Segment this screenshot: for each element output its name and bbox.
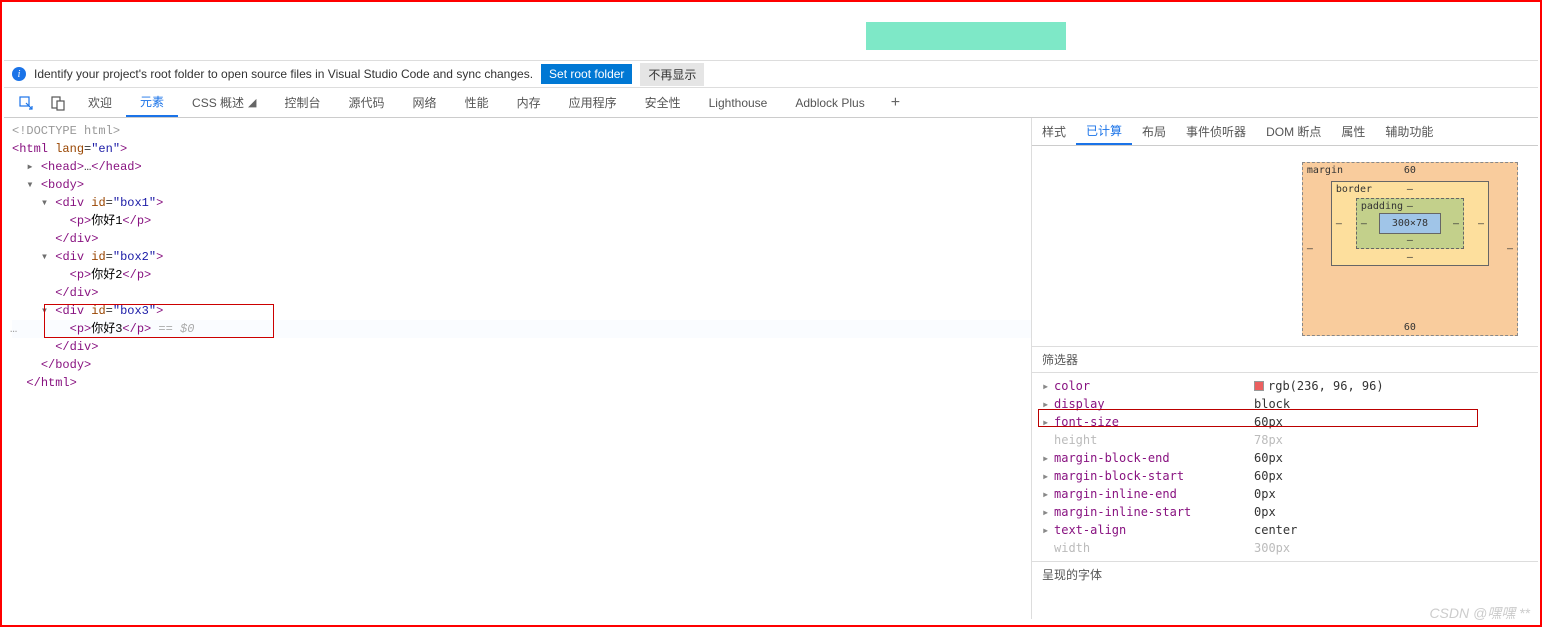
computed-row[interactable]: ▸font-size60px — [1032, 413, 1538, 431]
styles-tab-dombp[interactable]: DOM 断点 — [1256, 118, 1331, 145]
device-toggle-icon[interactable] — [42, 88, 74, 117]
body-open[interactable]: ▾ <body> — [12, 176, 1031, 194]
tab-application[interactable]: 应用程序 — [555, 88, 631, 117]
styles-tab-styles[interactable]: 样式 — [1032, 118, 1076, 145]
watermark: CSDN @嘿嘿 ** — [1429, 603, 1530, 623]
dismiss-button[interactable]: 不再显示 — [640, 63, 704, 86]
bm-content-size: 300×78 — [1379, 213, 1441, 234]
devtools-tabbar: 欢迎 元素 CSS 概述◢ 控制台 源代码 网络 性能 内存 应用程序 安全性 … — [4, 88, 1538, 118]
bm-border-left: – — [1336, 218, 1342, 229]
tab-console[interactable]: 控制台 — [271, 88, 335, 117]
add-tab-button[interactable]: + — [879, 94, 912, 112]
bm-padding-label: padding — [1361, 201, 1403, 212]
set-root-folder-button[interactable]: Set root folder — [541, 64, 632, 84]
bm-margin-right: – — [1507, 244, 1513, 255]
computed-row[interactable]: ▸displayblock — [1032, 395, 1538, 413]
box3-open[interactable]: ▾ <div id="box3"> — [12, 302, 1031, 320]
box1-close[interactable]: </div> — [12, 230, 1031, 248]
styles-tab-layout[interactable]: 布局 — [1132, 118, 1176, 145]
computed-row[interactable]: height78px — [1032, 431, 1538, 449]
bm-border-right: – — [1478, 218, 1484, 229]
tab-network[interactable]: 网络 — [399, 88, 451, 117]
filter-label[interactable]: 筛选器 — [1032, 346, 1538, 373]
info-icon: i — [12, 67, 26, 81]
infobar: i Identify your project's root folder to… — [4, 60, 1538, 88]
bm-pad-bottom: – — [1407, 235, 1413, 246]
bm-border-top: – — [1407, 184, 1413, 195]
bm-margin-label: margin — [1307, 165, 1343, 176]
box1-open[interactable]: ▾ <div id="box1"> — [12, 194, 1031, 212]
pin-icon: ◢ — [248, 96, 256, 109]
styles-tab-listeners[interactable]: 事件侦听器 — [1176, 118, 1256, 145]
styles-tab-computed[interactable]: 已计算 — [1076, 118, 1132, 145]
computed-row[interactable]: ▸margin-inline-end0px — [1032, 485, 1538, 503]
bm-pad-top: – — [1407, 201, 1413, 212]
bm-pad-right: – — [1453, 218, 1459, 229]
body-close[interactable]: </body> — [12, 356, 1031, 374]
styles-tab-a11y[interactable]: 辅助功能 — [1375, 118, 1443, 145]
color-swatch-icon — [1254, 381, 1264, 391]
styles-tabbar: 样式 已计算 布局 事件侦听器 DOM 断点 属性 辅助功能 — [1032, 118, 1538, 146]
box3-close[interactable]: </div> — [12, 338, 1031, 356]
tab-css-overview[interactable]: CSS 概述◢ — [178, 88, 270, 117]
dom-tree[interactable]: <!DOCTYPE html> <html lang="en"> ▸ <head… — [4, 118, 1032, 619]
bm-border-label: border — [1336, 184, 1372, 195]
tab-performance[interactable]: 性能 — [451, 88, 503, 117]
computed-row[interactable]: width300px — [1032, 539, 1538, 557]
infobar-message: Identify your project's root folder to o… — [34, 67, 533, 81]
box2-open[interactable]: ▾ <div id="box2"> — [12, 248, 1031, 266]
computed-properties: ▸colorrgb(236, 96, 96)▸displayblock▸font… — [1032, 373, 1538, 561]
doctype: <!DOCTYPE html> — [12, 124, 120, 138]
bm-margin-top: 60 — [1404, 165, 1416, 176]
p1-node[interactable]: <p>你好1</p> — [12, 212, 1031, 230]
tab-sources[interactable]: 源代码 — [335, 88, 399, 117]
html-close[interactable]: </html> — [12, 374, 1031, 392]
bm-border-bottom: – — [1407, 252, 1413, 263]
p2-node[interactable]: <p>你好2</p> — [12, 266, 1031, 284]
computed-row[interactable]: ▸margin-inline-start0px — [1032, 503, 1538, 521]
styles-tab-props[interactable]: 属性 — [1331, 118, 1375, 145]
bm-margin-bottom: 60 — [1404, 322, 1416, 333]
computed-row[interactable]: ▸margin-block-start60px — [1032, 467, 1538, 485]
head-node[interactable]: ▸ <head>…</head> — [12, 158, 1031, 176]
rendered-fonts-label: 呈现的字体 — [1032, 561, 1538, 587]
box-model-diagram[interactable]: margin 60 60 – – border – – – – padding … — [1032, 146, 1538, 346]
tab-welcome[interactable]: 欢迎 — [74, 88, 126, 117]
tab-elements[interactable]: 元素 — [126, 88, 178, 117]
tab-lighthouse[interactable]: Lighthouse — [695, 88, 782, 117]
box2-close[interactable]: </div> — [12, 284, 1031, 302]
computed-row[interactable]: ▸text-aligncenter — [1032, 521, 1538, 539]
tab-memory[interactable]: 内存 — [503, 88, 555, 117]
preview-highlight-box — [866, 22, 1066, 50]
tab-adblock[interactable]: Adblock Plus — [781, 88, 878, 117]
inspect-icon[interactable] — [10, 88, 42, 117]
p3-node-selected[interactable]: … <p>你好3</p> == $0 — [12, 320, 1031, 338]
tab-security[interactable]: 安全性 — [631, 88, 695, 117]
computed-row[interactable]: ▸margin-block-end60px — [1032, 449, 1538, 467]
computed-row[interactable]: ▸colorrgb(236, 96, 96) — [1032, 377, 1538, 395]
bm-pad-left: – — [1361, 218, 1367, 229]
bm-margin-left: – — [1307, 244, 1313, 255]
page-preview — [4, 4, 1538, 60]
html-open[interactable]: <html lang="en"> — [12, 140, 1031, 158]
